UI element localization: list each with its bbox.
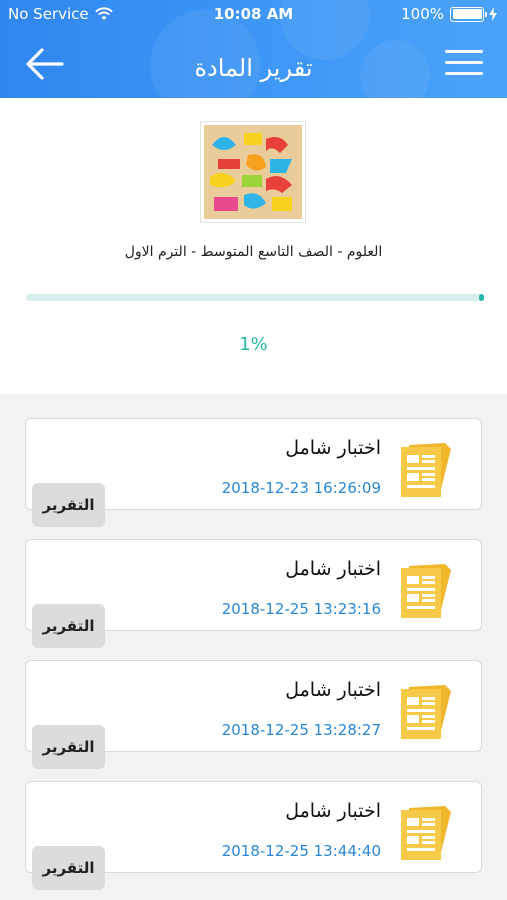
hamburger-menu-icon[interactable] bbox=[445, 50, 483, 80]
report-button[interactable]: التقرير bbox=[32, 483, 105, 527]
app-header: No Service 10:08 AM 100% تقرير المادة bbox=[0, 0, 507, 98]
exam-date: 2018-12-25 13:23:16 bbox=[221, 600, 381, 618]
exam-document-icon bbox=[399, 804, 453, 862]
report-button[interactable]: التقرير bbox=[32, 725, 105, 769]
exam-card[interactable]: اختبار شامل 2018-12-25 13:28:27 التقرير bbox=[25, 660, 482, 769]
exam-date: 2018-12-25 13:44:40 bbox=[221, 842, 381, 860]
report-button[interactable]: التقرير bbox=[32, 604, 105, 648]
subject-name: العلوم - الصف التاسع المتوسط - الترم الا… bbox=[124, 244, 383, 260]
exam-title: اختبار شامل bbox=[285, 437, 381, 459]
subject-image bbox=[201, 122, 305, 222]
charging-bolt-icon bbox=[489, 7, 497, 21]
page-title: تقرير المادة bbox=[194, 54, 313, 82]
exam-card[interactable]: اختبار شامل 2018-12-23 16:26:09 التقرير bbox=[25, 418, 482, 527]
exam-title: اختبار شامل bbox=[285, 800, 381, 822]
exam-document-icon bbox=[399, 562, 453, 620]
exam-document-icon bbox=[399, 683, 453, 741]
exam-card[interactable]: اختبار شامل 2018-12-25 13:44:40 التقرير bbox=[25, 781, 482, 890]
subject-summary: العلوم - الصف التاسع المتوسط - الترم الا… bbox=[0, 98, 507, 394]
progress-fill bbox=[478, 294, 484, 301]
exam-document-icon bbox=[399, 441, 453, 499]
exam-card[interactable]: اختبار شامل 2018-12-25 13:23:16 التقرير bbox=[25, 539, 482, 648]
exam-date: 2018-12-23 16:26:09 bbox=[221, 479, 381, 497]
progress-bar bbox=[26, 294, 484, 301]
colorful-letters-image bbox=[204, 125, 302, 219]
exam-title: اختبار شامل bbox=[285, 679, 381, 701]
status-bar: No Service 10:08 AM 100% bbox=[0, 0, 507, 28]
battery-icon bbox=[450, 6, 487, 22]
nav-bar: تقرير المادة bbox=[0, 28, 507, 98]
exam-title: اختبار شامل bbox=[285, 558, 381, 580]
report-button[interactable]: التقرير bbox=[32, 846, 105, 890]
progress-percent: 1% bbox=[239, 334, 268, 355]
battery-percent: 100% bbox=[401, 5, 444, 23]
exam-date: 2018-12-25 13:28:27 bbox=[221, 721, 381, 739]
